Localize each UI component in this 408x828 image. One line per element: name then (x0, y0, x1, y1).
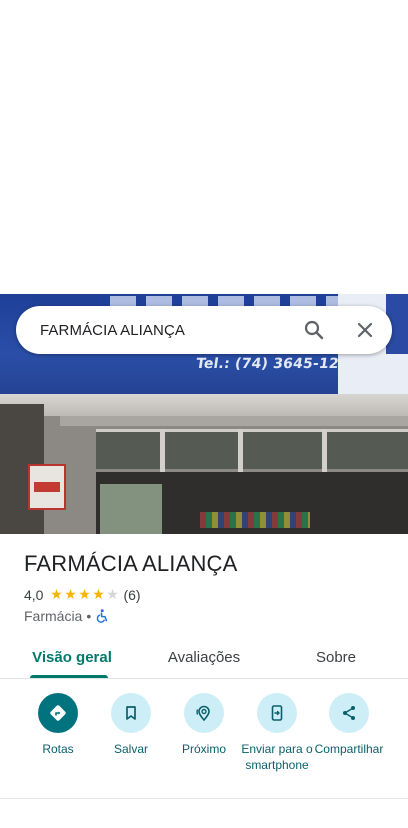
close-icon[interactable] (353, 318, 377, 342)
star-icon: ★ (92, 587, 105, 603)
category-row: Farmácia • (24, 607, 109, 625)
send-to-phone-icon[interactable] (257, 693, 297, 733)
section-divider (0, 798, 408, 799)
storefront-window (96, 429, 408, 469)
wheelchair-icon (95, 609, 109, 623)
search-icon[interactable] (302, 318, 326, 342)
send-to-phone-label: Enviar para o smartphone (241, 742, 313, 772)
share-icon[interactable] (329, 693, 369, 733)
side-signboard (28, 464, 66, 510)
nearby-button[interactable]: Próximo (165, 693, 243, 757)
separator-dot: • (86, 608, 92, 624)
directions-icon[interactable] (38, 693, 78, 733)
place-tabs: Visão geral Avaliações Sobre (0, 636, 408, 679)
ceiling-bar (60, 416, 408, 426)
store-sign-phone: Tel.: (74) 3645-1202 (194, 356, 360, 372)
door-glass (100, 484, 162, 534)
product-shelf (200, 512, 310, 528)
save-label: Salvar (113, 742, 148, 756)
tab-about[interactable]: Sobre (296, 636, 376, 678)
place-name: FARMÁCIA ALIANÇA (24, 551, 238, 576)
rating-row[interactable]: 4,0 ★ ★ ★ ★ ★ (6) (24, 586, 141, 604)
active-tab-indicator (30, 675, 108, 678)
nearby-label: Próximo (181, 742, 226, 756)
nearby-icon[interactable] (184, 693, 224, 733)
star-icon: ★ (106, 587, 119, 603)
directions-button[interactable]: Rotas (19, 693, 97, 757)
tab-overview[interactable]: Visão geral (22, 636, 122, 678)
star-icon: ★ (78, 587, 91, 603)
share-button[interactable]: Compartilhar (310, 693, 388, 757)
star-icon: ★ (64, 587, 77, 603)
map-blank-area (0, 0, 408, 294)
search-query-text[interactable]: FARMÁCIA ALIANÇA (40, 322, 185, 339)
awning (0, 394, 408, 416)
send-to-phone-button[interactable]: Enviar para o smartphone (238, 693, 316, 773)
share-label: Compartilhar (314, 742, 384, 756)
directions-label: Rotas (42, 742, 74, 756)
star-icon: ★ (50, 587, 63, 603)
review-count[interactable]: (6) (123, 587, 140, 603)
search-bar[interactable]: FARMÁCIA ALIANÇA (16, 306, 392, 354)
place-category: Farmácia (24, 608, 83, 624)
save-button[interactable]: Salvar (92, 693, 170, 757)
tab-reviews[interactable]: Avaliações (152, 636, 256, 678)
bookmark-icon[interactable] (111, 693, 151, 733)
rating-value: 4,0 (24, 587, 44, 603)
rating-stars: ★ ★ ★ ★ ★ (49, 588, 119, 602)
